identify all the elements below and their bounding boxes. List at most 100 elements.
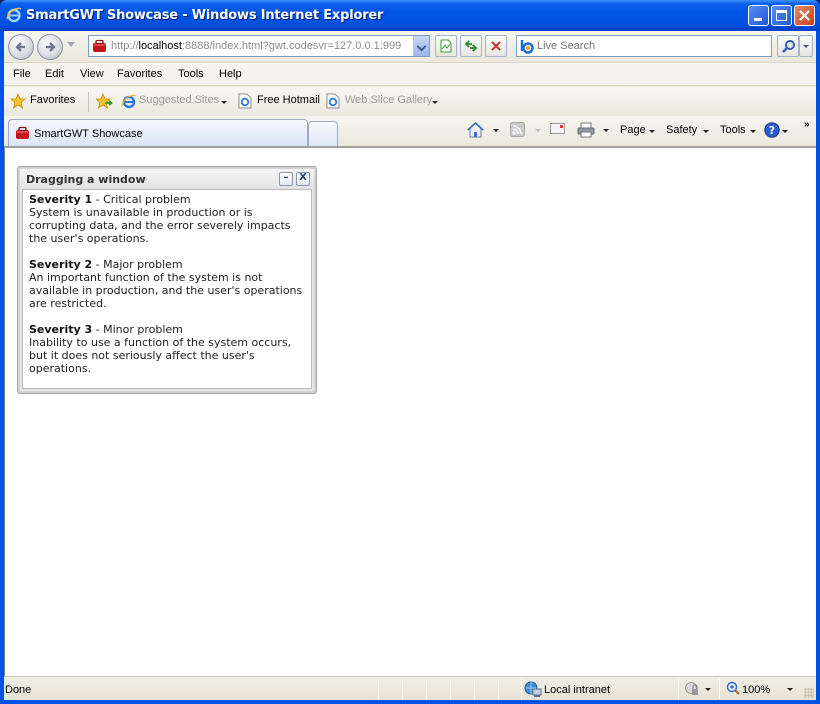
ie-page-icon [121, 94, 137, 109]
favorites-button[interactable]: Favorites [30, 94, 75, 106]
severity-item: Severity 2 - Major problem An important … [29, 258, 305, 310]
page-content: Dragging a window – X Severity 1 - Criti… [4, 146, 816, 676]
maximize-button[interactable] [771, 5, 792, 26]
status-separator [498, 679, 499, 699]
status-text: Done [5, 684, 32, 696]
page-dropdown-icon[interactable] [649, 130, 655, 133]
magnifier-icon [782, 40, 795, 53]
tab-label: SmartGWT Showcase [34, 128, 143, 140]
address-dropdown-button[interactable] [413, 36, 429, 56]
favorites-separator [88, 92, 89, 112]
zoom-dropdown-icon[interactable] [787, 688, 793, 691]
search-box[interactable] [516, 35, 772, 57]
dragging-window[interactable]: Dragging a window – X Severity 1 - Criti… [17, 166, 317, 394]
tab-smartgwt-showcase[interactable]: SmartGWT Showcase [8, 119, 308, 146]
status-separator [474, 679, 475, 699]
toolbox-favicon [16, 126, 29, 139]
menu-help[interactable]: Help [219, 68, 242, 80]
favorites-bar: Favorites Suggested Sites Free Hotmail W [4, 87, 816, 116]
protected-mode-dropdown-icon[interactable] [705, 688, 711, 691]
maximize-icon [776, 10, 787, 21]
minimize-icon [754, 18, 762, 21]
forward-button[interactable] [37, 34, 63, 60]
page-menu[interactable]: Page [620, 124, 646, 136]
feeds-icon[interactable] [510, 122, 525, 137]
home-icon[interactable] [467, 122, 484, 138]
menu-tools[interactable]: Tools [178, 68, 204, 80]
window-body: Severity 1 - Critical problem System is … [22, 189, 312, 389]
print-dropdown-icon[interactable] [603, 129, 609, 132]
search-button[interactable] [777, 35, 799, 57]
menu-favorites[interactable]: Favorites [117, 68, 162, 80]
close-button[interactable] [794, 5, 815, 26]
safety-dropdown-icon[interactable] [703, 130, 709, 133]
forward-arrow-icon [46, 42, 56, 52]
resize-grip[interactable] [804, 688, 814, 698]
stop-button[interactable] [485, 35, 507, 57]
protected-mode-icon[interactable] [684, 681, 700, 697]
favorites-link-free-hotmail[interactable]: Free Hotmail [257, 94, 320, 106]
address-url[interactable]: http://localhost:8888/index.html?gwt.cod… [111, 40, 411, 52]
search-options-dropdown[interactable] [799, 35, 813, 57]
url-path: :8888/index.html?gwt.codesvr=127.0.0.1:9… [181, 40, 402, 52]
search-input[interactable] [537, 38, 767, 54]
window-header[interactable]: Dragging a window – X [20, 169, 314, 189]
status-bar: Done Local intranet 100% [4, 676, 816, 700]
minimize-button[interactable] [748, 5, 769, 26]
tab-bar: SmartGWT Showcase Page Safety Tools ? » [4, 116, 816, 146]
print-icon[interactable] [577, 122, 595, 138]
menu-file[interactable]: File [13, 68, 31, 80]
ie-document-icon [326, 93, 340, 109]
close-icon: X [299, 172, 307, 183]
status-separator [378, 679, 379, 699]
severity-description: An important function of the system is n… [29, 271, 303, 310]
tools-dropdown-icon[interactable] [750, 130, 756, 133]
severity-item: Severity 3 - Minor problem Inability to … [29, 323, 305, 375]
menu-view[interactable]: View [80, 68, 104, 80]
toolbox-favicon [93, 39, 106, 52]
back-arrow-icon [15, 42, 25, 52]
menu-edit[interactable]: Edit [45, 68, 64, 80]
severity-heading: Severity 1 [29, 193, 93, 206]
window-minimize-button[interactable]: – [279, 172, 293, 186]
mail-icon[interactable] [550, 122, 565, 135]
severity-summary: - Major problem [92, 258, 183, 271]
favorites-link-web-slice-gallery[interactable]: Web Slice Gallery [345, 94, 432, 106]
ie-logo-icon [6, 7, 22, 23]
window-close-button[interactable]: X [296, 172, 310, 186]
stop-icon [491, 41, 501, 51]
safety-menu[interactable]: Safety [666, 124, 697, 136]
status-separator [678, 679, 679, 699]
severity-heading: Severity 3 [29, 323, 93, 336]
zoom-icon [726, 681, 740, 695]
status-separator [426, 679, 427, 699]
add-to-favorites-icon[interactable] [96, 93, 113, 109]
web-slice-gallery-dropdown-icon[interactable] [432, 101, 438, 104]
refresh-icon [464, 40, 478, 52]
help-icon[interactable]: ? [764, 122, 780, 138]
back-button[interactable] [8, 34, 34, 60]
tools-menu[interactable]: Tools [720, 124, 746, 136]
feeds-dropdown-icon[interactable] [535, 129, 541, 132]
menu-bar: File Edit View Favorites Tools Help [4, 62, 816, 86]
new-tab-button[interactable] [308, 121, 338, 146]
zoom-level[interactable]: 100% [742, 684, 770, 696]
close-icon [799, 10, 810, 21]
compatibility-view-icon [440, 39, 452, 53]
help-dropdown-icon[interactable] [782, 130, 788, 133]
severity-description: System is unavailable in production or i… [29, 206, 291, 245]
security-zone[interactable]: Local intranet [544, 684, 610, 696]
favorites-link-suggested-sites[interactable]: Suggested Sites [139, 94, 219, 106]
suggested-sites-dropdown-icon[interactable] [221, 101, 227, 104]
severity-description: Inability to use a function of the syste… [29, 336, 292, 375]
toolbar-overflow-button[interactable]: » [804, 119, 810, 130]
browser-frame: http://localhost:8888/index.html?gwt.cod… [4, 31, 816, 700]
recent-pages-dropdown[interactable] [67, 42, 75, 47]
home-dropdown-icon[interactable] [493, 129, 499, 132]
ie-document-icon [238, 93, 252, 109]
window-title: Dragging a window [26, 173, 146, 186]
address-bar[interactable]: http://localhost:8888/index.html?gwt.cod… [88, 35, 430, 57]
refresh-button[interactable] [460, 35, 482, 57]
title-bar[interactable]: SmartGWT Showcase - Windows Internet Exp… [0, 0, 820, 31]
compatibility-view-button[interactable] [435, 35, 457, 57]
